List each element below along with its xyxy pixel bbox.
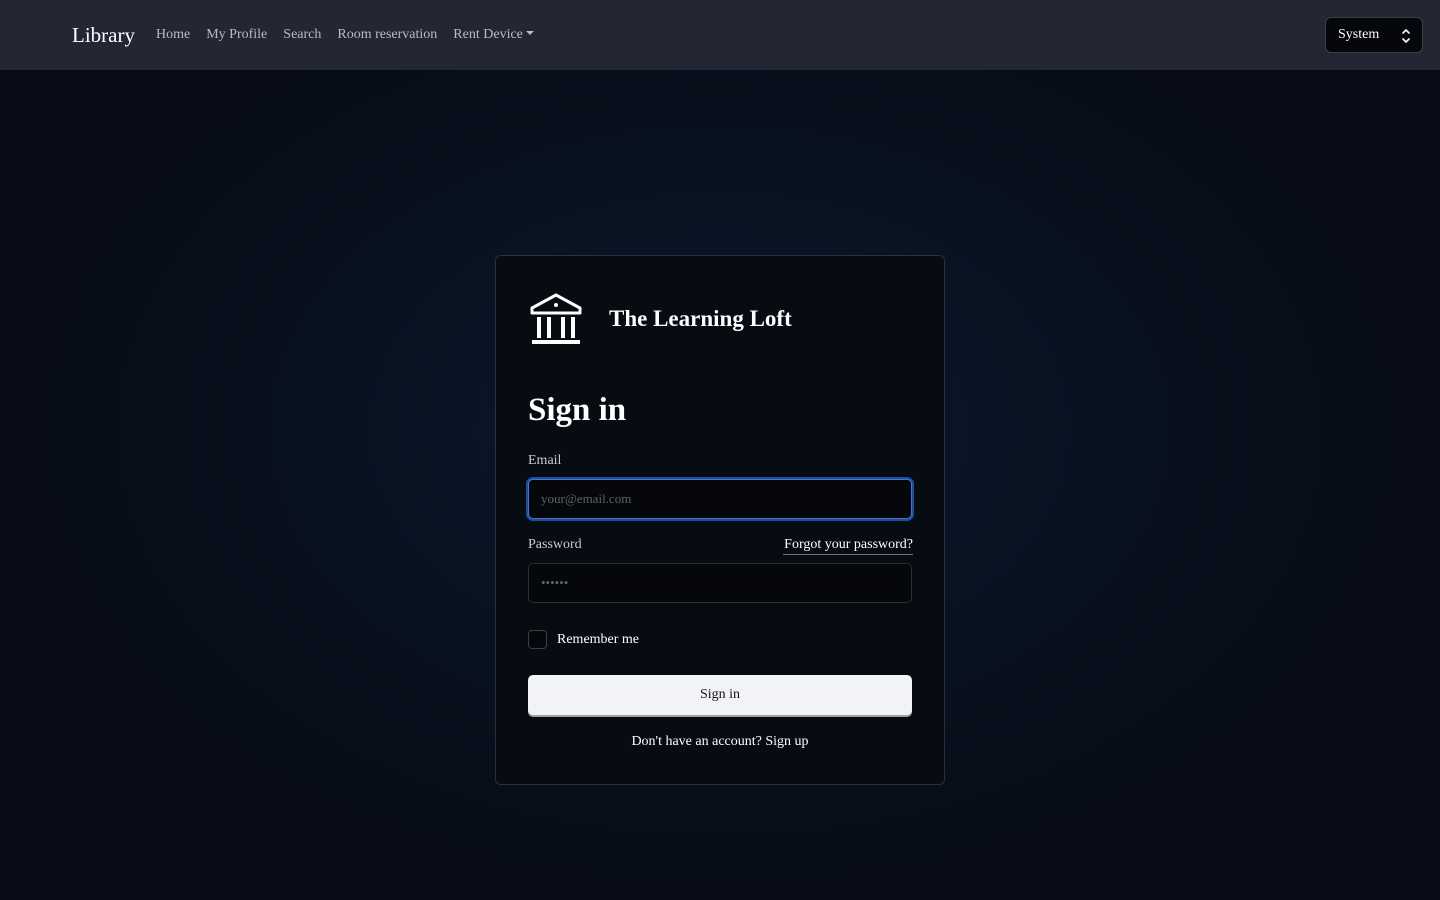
signup-prompt: Don't have an account? Sign up: [496, 733, 944, 751]
email-label: Email: [528, 453, 562, 468]
brand-link[interactable]: Library: [72, 22, 135, 48]
password-field[interactable]: [528, 563, 912, 603]
signup-prompt-text: Don't have an account?: [631, 734, 762, 749]
page-title: Sign in: [528, 392, 627, 428]
nav-link-search[interactable]: Search: [283, 26, 321, 44]
nav-dropdown-rent-device[interactable]: Rent Device: [453, 26, 534, 44]
nav-link-my-profile[interactable]: My Profile: [206, 26, 267, 44]
sign-up-link[interactable]: Sign up: [765, 734, 808, 749]
remember-me-checkbox[interactable]: [528, 630, 547, 649]
theme-select-value: System: [1338, 27, 1380, 42]
library-name: The Learning Loft: [609, 306, 792, 331]
sign-in-button[interactable]: Sign in: [528, 675, 912, 715]
email-field[interactable]: [528, 479, 912, 519]
nav-link-home[interactable]: Home: [156, 26, 190, 44]
nav-links: Home My Profile Search Room reservation …: [156, 26, 550, 44]
bank-building-icon: [530, 293, 582, 344]
chevron-up-down-icon: [1402, 29, 1410, 43]
caret-down-icon: [525, 31, 534, 35]
forgot-password-link[interactable]: Forgot your password?: [783, 536, 913, 555]
sign-in-card: The Learning Loft Sign in Email Password…: [495, 255, 945, 785]
password-label: Password: [528, 537, 582, 552]
theme-select[interactable]: System: [1325, 17, 1423, 53]
top-navbar: Library Home My Profile Search Room rese…: [0, 0, 1440, 70]
nav-link-room-reservation[interactable]: Room reservation: [337, 26, 437, 44]
nav-dropdown-label: Rent Device: [453, 27, 523, 42]
remember-me-label: Remember me: [557, 632, 640, 647]
